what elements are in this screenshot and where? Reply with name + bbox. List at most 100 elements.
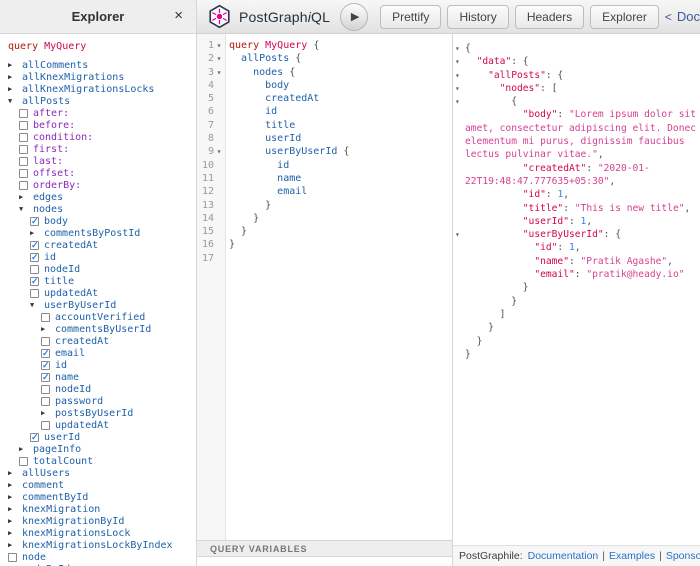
tree-item-label[interactable]: offset: (33, 168, 75, 179)
editor-line[interactable]: 5 createdAt (197, 92, 452, 105)
checkbox-unchecked-icon[interactable] (19, 120, 28, 130)
tree-item-body[interactable]: ✓ body (8, 215, 196, 227)
tree-item-before[interactable]: before: (8, 119, 196, 131)
tree-item-postsByUserId[interactable]: ▶ postsByUserId (8, 407, 196, 419)
chevron-right-icon[interactable]: ▶ (8, 72, 18, 82)
fold-arrow-icon[interactable]: ▾ (455, 82, 460, 95)
tree-item-node[interactable]: node (8, 551, 196, 563)
checkbox-checked-icon[interactable]: ✓ (30, 252, 39, 262)
tree-item-label[interactable]: name (55, 372, 79, 383)
fold-arrow-icon[interactable]: ▾ (455, 69, 460, 82)
tree-item-label[interactable]: edges (33, 192, 63, 203)
tree-item-email[interactable]: ✓ email (8, 347, 196, 359)
checkbox-unchecked-icon[interactable] (19, 144, 28, 154)
tree-item-edges[interactable]: ▶ edges (8, 191, 196, 203)
checkbox-checked-icon[interactable]: ✓ (41, 348, 50, 358)
chevron-right-icon[interactable]: ▶ (8, 504, 18, 514)
tree-item-label[interactable]: accountVerified (55, 312, 145, 323)
tree-item-knexMigrationsLock[interactable]: ▶ knexMigrationsLock (8, 527, 196, 539)
editor-line[interactable]: 3 ▾ nodes { (197, 66, 452, 79)
tree-item-userByUserId[interactable]: ▼ userByUserId (8, 299, 196, 311)
chevron-right-icon[interactable]: ▶ (8, 468, 18, 478)
chevron-right-icon[interactable]: ▶ (8, 60, 18, 70)
checkbox-unchecked-icon[interactable] (19, 108, 28, 118)
checkbox-unchecked-icon[interactable] (41, 420, 50, 430)
chevron-right-icon[interactable]: ▶ (8, 528, 18, 538)
tree-item-comment[interactable]: ▶ comment (8, 479, 196, 491)
checkbox-unchecked-icon[interactable] (19, 180, 28, 190)
fold-arrow-icon[interactable]: ▾ (455, 42, 460, 55)
tree-item-label[interactable]: totalCount (33, 456, 93, 467)
query-variables-bar[interactable]: QUERY VARIABLES (197, 540, 452, 557)
tree-item-label[interactable]: userByUserId (44, 300, 116, 311)
tree-item-commentsByUserId[interactable]: ▶ commentsByUserId (8, 323, 196, 335)
checkbox-unchecked-icon[interactable] (41, 384, 50, 394)
editor-line[interactable]: 1 ▾ query MyQuery { (197, 39, 452, 52)
query-name[interactable]: MyQuery (44, 41, 86, 52)
tree-item-offset[interactable]: offset: (8, 167, 196, 179)
tree-item-label[interactable]: allKnexMigrationsLocks (22, 84, 154, 95)
chevron-right-icon[interactable]: ▶ (8, 516, 18, 526)
fold-arrow-icon[interactable]: ▾ (455, 55, 460, 68)
editor-line[interactable]: 4 body (197, 79, 452, 92)
checkbox-unchecked-icon[interactable] (19, 156, 28, 166)
tree-item-label[interactable]: orderBy: (33, 180, 81, 191)
tree-item-updatedAt[interactable]: updatedAt (8, 287, 196, 299)
fold-arrow-icon[interactable]: ▾ (214, 52, 224, 65)
tree-item-label[interactable]: email (55, 348, 85, 359)
tree-item-allKnexMigrationsLocks[interactable]: ▶ allKnexMigrationsLocks (8, 83, 196, 95)
explorer-toggle-button[interactable]: Explorer (590, 4, 659, 29)
tree-item-name[interactable]: ✓ name (8, 371, 196, 383)
tree-item-label[interactable]: commentById (22, 492, 88, 503)
tree-item-label[interactable]: commentsByUserId (55, 324, 151, 335)
tree-item-label[interactable]: updatedAt (55, 420, 109, 431)
tree-item-label[interactable]: postsByUserId (55, 408, 133, 419)
tree-item-knexMigration[interactable]: ▶ knexMigration (8, 503, 196, 515)
history-button[interactable]: History (447, 4, 509, 29)
chevron-right-icon[interactable]: ▶ (41, 324, 51, 334)
tree-item-accountVerified[interactable]: accountVerified (8, 311, 196, 323)
checkbox-unchecked-icon[interactable] (41, 396, 50, 406)
tree-item-label[interactable]: knexMigrationsLockByIndex (22, 540, 173, 551)
checkbox-checked-icon[interactable]: ✓ (30, 216, 39, 226)
tree-item-title[interactable]: ✓ title (8, 275, 196, 287)
checkbox-checked-icon[interactable]: ✓ (30, 276, 39, 286)
checkbox-checked-icon[interactable]: ✓ (41, 372, 50, 382)
tree-item-label[interactable]: before: (33, 120, 75, 131)
tree-item-label[interactable]: password (55, 396, 103, 407)
tree-item-first[interactable]: first: (8, 143, 196, 155)
chevron-right-icon[interactable]: ▶ (19, 444, 29, 454)
prettify-button[interactable]: Prettify (380, 4, 442, 29)
tree-item-label[interactable]: updatedAt (44, 288, 98, 299)
chevron-right-icon[interactable]: ▶ (41, 408, 51, 418)
tree-item-label[interactable]: last: (33, 156, 63, 167)
tree-item-label[interactable]: nodes (33, 204, 63, 215)
fold-arrow-icon[interactable]: ▾ (214, 39, 224, 52)
tree-item-userId[interactable]: ✓ userId (8, 431, 196, 443)
tree-item-knexMigrationById[interactable]: ▶ knexMigrationById (8, 515, 196, 527)
tree-item-label[interactable]: title (44, 276, 74, 287)
editor-line[interactable]: 7 title (197, 119, 452, 132)
tree-item-id[interactable]: ✓ id (8, 359, 196, 371)
tree-item-orderBy[interactable]: orderBy: (8, 179, 196, 191)
tree-item-label[interactable]: allUsers (22, 468, 70, 479)
tree-item-allComments[interactable]: ▶ allComments (8, 59, 196, 71)
tree-item-id[interactable]: ✓ id (8, 251, 196, 263)
tree-item-condition[interactable]: condition: (8, 131, 196, 143)
tree-item-password[interactable]: password (8, 395, 196, 407)
editor-line[interactable]: 17 (197, 252, 452, 265)
chevron-right-icon[interactable]: ▶ (8, 540, 18, 550)
checkbox-unchecked-icon[interactable] (41, 312, 50, 322)
chevron-right-icon[interactable]: ▶ (8, 480, 18, 490)
tree-item-label[interactable]: createdAt (44, 240, 98, 251)
tree-item-label[interactable]: comment (22, 480, 64, 491)
headers-button[interactable]: Headers (514, 4, 585, 29)
tree-item-label[interactable]: body (44, 216, 68, 227)
checkbox-unchecked-icon[interactable] (19, 132, 28, 142)
checkbox-unchecked-icon[interactable] (19, 168, 28, 178)
tree-item-label[interactable]: id (55, 360, 67, 371)
tree-item-label[interactable]: knexMigrationsLock (22, 528, 130, 539)
tree-item-allKnexMigrations[interactable]: ▶ allKnexMigrations (8, 71, 196, 83)
editor-line[interactable]: 14 } (197, 212, 452, 225)
tree-item-createdAt[interactable]: createdAt (8, 335, 196, 347)
